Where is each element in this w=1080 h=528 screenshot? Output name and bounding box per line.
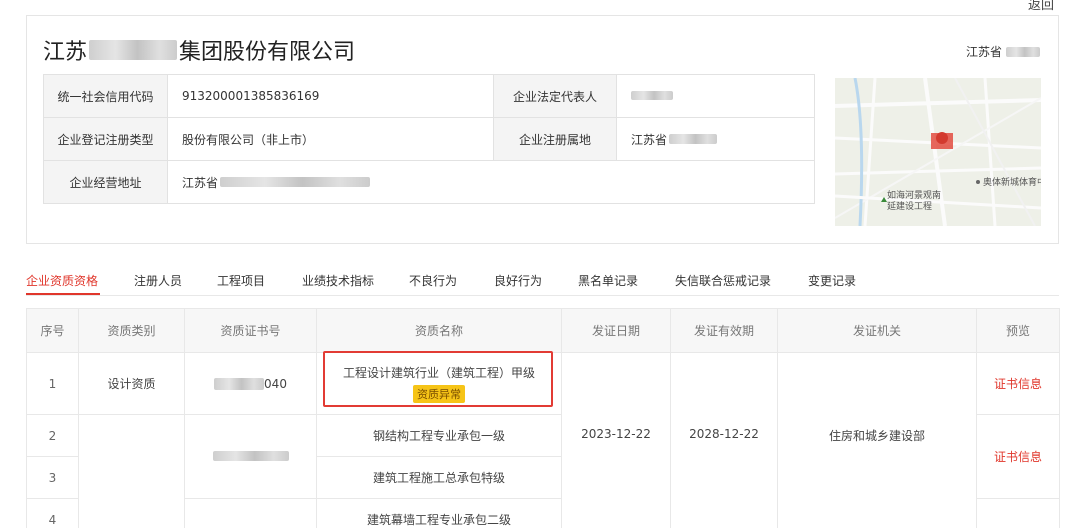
row-qualification-name: 建筑幕墙工程专业承包二级 [316, 498, 562, 528]
row-seq: 2 [26, 414, 79, 457]
header-preview: 预览 [976, 308, 1060, 353]
tab-registered-staff[interactable]: 注册人员 [134, 272, 182, 289]
redacted-address [220, 177, 371, 187]
redacted-cert-no [212, 450, 289, 461]
tab-qualifications[interactable]: 企业资质资格 [26, 272, 98, 289]
cert-info-link[interactable]: 证书信息 [994, 450, 1042, 464]
map-poi-1: 奥体新城体育中心 [983, 176, 1041, 187]
row-category: 设计资质 [78, 352, 185, 415]
valid-until: 2028-12-22 [670, 352, 778, 528]
row-qualification-name: 工程设计建筑行业（建筑工程）甲级 资质异常 [316, 352, 562, 415]
tab-good-behavior[interactable]: 良好行为 [494, 272, 542, 289]
map-poi-3: 延建设工程 [887, 200, 932, 211]
header-authority: 发证机关 [777, 308, 977, 353]
row-category [78, 414, 185, 528]
row-seq: 1 [26, 352, 79, 415]
redacted-legal-rep [631, 91, 673, 100]
address-value: 江苏省 [167, 160, 815, 204]
company-name: 江苏 集团股份有限公司 [43, 34, 355, 66]
row-preview: 证书信息 [976, 352, 1060, 415]
active-tab-indicator [26, 293, 100, 295]
header-issue-date: 发证日期 [561, 308, 671, 353]
tab-blacklist[interactable]: 黑名单记录 [578, 272, 638, 289]
cert-no-suffix: 040 [264, 376, 287, 391]
legal-rep-label: 企业法定代表人 [493, 74, 617, 118]
header-cert-no: 资质证书号 [184, 308, 317, 353]
back-link[interactable]: 返回 [1028, 0, 1054, 13]
row-qualification-name: 建筑工程施工总承包特级 [316, 456, 562, 499]
cert-info-link[interactable]: 证书信息 [994, 377, 1042, 391]
company-name-suffix: 集团股份有限公司 [179, 40, 356, 65]
map-poi-2: 如海河景观南 [887, 189, 941, 200]
reg-type-label: 企业登记注册类型 [43, 117, 168, 161]
tab-bar: 企业资质资格 注册人员 工程项目 业绩技术指标 不良行为 良好行为 黑名单记录 … [26, 268, 1059, 296]
header-name: 资质名称 [316, 308, 562, 353]
row-preview [976, 498, 1060, 528]
row-preview: 证书信息 [976, 414, 1060, 499]
company-name-prefix: 江苏 [43, 40, 88, 65]
reg-place-text: 江苏省 [631, 132, 668, 147]
row-seq: 3 [26, 456, 79, 499]
company-card: 江苏 集团股份有限公司 江苏省 统一社会信用代码 913200001385836… [26, 15, 1059, 244]
row-cert-no: 040 [184, 352, 317, 415]
location-map[interactable]: 奥体新城体育中心 如海河景观南 延建设工程 [835, 78, 1041, 226]
address-text: 江苏省 [182, 175, 219, 190]
qualification-name-text: 工程设计建筑行业（建筑工程）甲级 [342, 366, 535, 380]
row-seq: 4 [26, 498, 79, 528]
reg-place-label: 企业注册属地 [493, 117, 617, 161]
tab-joint-discipline[interactable]: 失信联合惩戒记录 [675, 272, 771, 289]
province-label: 江苏省 [966, 43, 1040, 60]
tab-projects[interactable]: 工程项目 [217, 272, 265, 289]
row-qualification-name: 钢结构工程专业承包一级 [316, 414, 562, 457]
tab-change-log[interactable]: 变更记录 [808, 272, 856, 289]
row-cert-no [184, 498, 317, 528]
reg-type-value: 股份有限公司（非上市） [167, 117, 494, 161]
redacted-cert-no [214, 378, 265, 390]
company-info-table: 统一社会信用代码 913200001385836169 企业法定代表人 企业登记… [43, 74, 815, 204]
redacted-province [1006, 46, 1040, 57]
province-text: 江苏省 [965, 45, 1002, 59]
header-category: 资质类别 [78, 308, 185, 353]
tab-performance[interactable]: 业绩技术指标 [302, 272, 374, 289]
redacted-reg-place [669, 134, 718, 144]
legal-rep-value [616, 74, 815, 118]
qualification-table: 序号 资质类别 资质证书号 资质名称 发证日期 发证有效期 发证机关 预览 1 … [26, 308, 1060, 528]
authority: 住房和城乡建设部 [777, 352, 977, 528]
header-valid-until: 发证有效期 [670, 308, 778, 353]
credit-code-value: 913200001385836169 [167, 74, 494, 118]
credit-code-label: 统一社会信用代码 [43, 74, 168, 118]
abnormal-badge[interactable]: 资质异常 [413, 385, 465, 403]
map-graphic: 奥体新城体育中心 如海河景观南 延建设工程 [835, 78, 1041, 226]
redacted-name [89, 40, 178, 60]
header-seq: 序号 [26, 308, 79, 353]
address-label: 企业经营地址 [43, 160, 168, 204]
issue-date: 2023-12-22 [561, 352, 671, 528]
tab-bad-behavior[interactable]: 不良行为 [409, 272, 457, 289]
reg-place-value: 江苏省 [616, 117, 815, 161]
row-cert-no [184, 414, 317, 499]
